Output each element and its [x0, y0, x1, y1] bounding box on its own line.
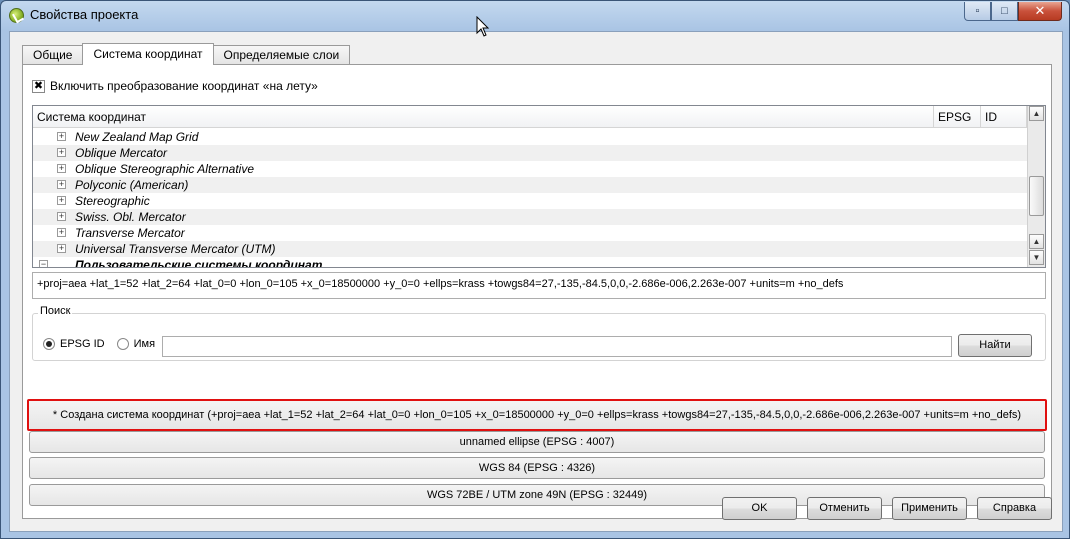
otf-checkbox-label: Включить преобразование координат «на ле… [50, 79, 318, 93]
plus-box-icon[interactable]: + [57, 148, 66, 157]
search-radio-row: EPSG ID Имя [43, 338, 155, 350]
qgis-logo-icon [9, 8, 24, 23]
tab-identifiable-layers[interactable]: Определяемые слои [212, 45, 351, 65]
search-input[interactable] [162, 336, 952, 357]
plus-box-icon[interactable]: + [57, 132, 66, 141]
otf-checkbox[interactable]: ✖ [32, 79, 45, 93]
radio-epsg-id-label[interactable]: EPSG ID [60, 338, 105, 350]
window-controls: ▫ □ ✕ [964, 2, 1062, 21]
minimize-button[interactable]: ▫ [964, 2, 991, 21]
scroll-up-icon[interactable]: ▲ [1029, 106, 1044, 121]
scroll-down-icon[interactable]: ▼ [1029, 250, 1044, 265]
plus-box-icon[interactable]: + [57, 244, 66, 253]
plus-box-icon[interactable]: + [57, 196, 66, 205]
project-properties-window: Свойства проекта ▫ □ ✕ Общие Система коо… [0, 0, 1070, 539]
column-header-epsg[interactable]: EPSG [934, 106, 981, 128]
crs-tree-scrollbar[interactable]: ▲ ▲ ▼ [1027, 106, 1045, 267]
crs-tab-pane: ✖ Включить преобразование координат «на … [22, 64, 1052, 519]
tree-row[interactable]: + Transverse Mercator [33, 225, 1027, 241]
search-group: Поиск EPSG ID Имя Найти [32, 305, 1046, 361]
radio-epsg-id[interactable] [43, 338, 55, 350]
tree-row[interactable]: + Swiss. Obl. Mercator [33, 209, 1027, 225]
column-header-id[interactable]: ID [981, 106, 1027, 128]
minus-box-icon[interactable]: − [39, 260, 48, 267]
crs-tree-header: Система координат EPSG ID [33, 106, 1027, 128]
recent-crs-item[interactable]: unnamed ellipse (EPSG : 4007) [29, 431, 1045, 453]
ok-button[interactable]: OK [722, 497, 797, 520]
radio-name-label[interactable]: Имя [134, 338, 155, 350]
radio-name[interactable] [116, 338, 129, 350]
column-header-crs[interactable]: Система координат [33, 106, 934, 128]
plus-box-icon[interactable]: + [57, 164, 66, 173]
tree-row[interactable]: + Stereographic [33, 193, 1027, 209]
cancel-button[interactable]: Отменить [807, 497, 882, 520]
title-bar[interactable]: Свойства проекта ▫ □ ✕ [1, 1, 1069, 31]
apply-button[interactable]: Применить [892, 497, 967, 520]
scroll-up-small-icon[interactable]: ▲ [1029, 234, 1044, 249]
dialog-client-area: Общие Система координат Определяемые сло… [9, 31, 1063, 532]
tree-row-user-defined[interactable]: − Пользовательские системы координат [33, 257, 1027, 267]
tree-row[interactable]: + New Zealand Map Grid [33, 129, 1027, 145]
proj-string-display[interactable]: +proj=aea +lat_1=52 +lat_2=64 +lat_0=0 +… [32, 272, 1046, 299]
maximize-button[interactable]: □ [991, 2, 1018, 21]
tab-general[interactable]: Общие [22, 45, 84, 65]
recent-crs-item[interactable]: WGS 84 (EPSG : 4326) [29, 457, 1045, 479]
crs-tree-rows: + New Zealand Map Grid + Oblique Mercator … [33, 129, 1027, 267]
help-button[interactable]: Справка [977, 497, 1052, 520]
recent-crs-custom[interactable]: * Создана система координат (+proj=aea +… [27, 399, 1047, 431]
plus-box-icon[interactable]: + [57, 228, 66, 237]
tree-row[interactable]: + Oblique Mercator [33, 145, 1027, 161]
tree-row[interactable]: + Polyconic (American) [33, 177, 1027, 193]
tab-bar: Общие Система координат Определяемые сло… [22, 43, 351, 65]
scroll-thumb[interactable] [1029, 176, 1044, 216]
tree-row[interactable]: + Universal Transverse Mercator (UTM) [33, 241, 1027, 257]
close-button[interactable]: ✕ [1018, 2, 1062, 21]
tab-crs[interactable]: Система координат [82, 43, 214, 65]
search-group-title: Поиск [38, 305, 73, 317]
plus-box-icon[interactable]: + [57, 180, 66, 189]
plus-box-icon[interactable]: + [57, 212, 66, 221]
window-title: Свойства проекта [30, 7, 139, 22]
tree-row[interactable]: + Oblique Stereographic Alternative [33, 161, 1027, 177]
otf-checkbox-row[interactable]: ✖ Включить преобразование координат «на … [32, 79, 318, 93]
crs-tree[interactable]: Система координат EPSG ID + New Zealand M… [32, 105, 1046, 268]
mouse-pointer-icon [476, 16, 490, 37]
find-button[interactable]: Найти [958, 334, 1032, 357]
